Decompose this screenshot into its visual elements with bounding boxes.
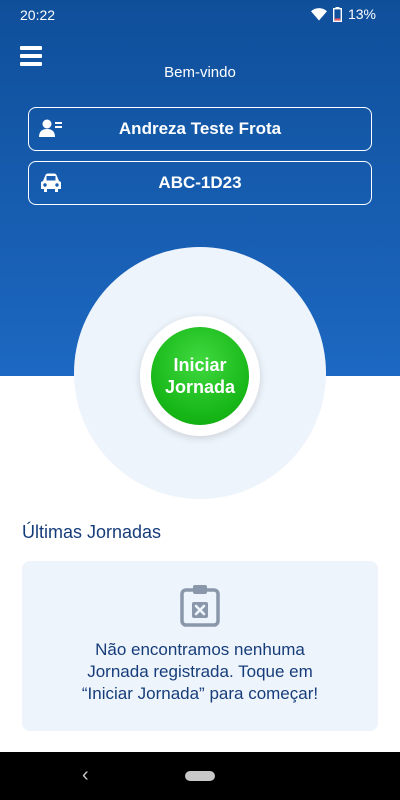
- vehicle-plate: ABC-1D23: [158, 173, 242, 192]
- vehicle-card[interactable]: ABC-1D23: [28, 161, 372, 205]
- empty-state-line2: Jornada registrada. Toque em: [87, 662, 313, 681]
- start-journey-label-line2: Jornada: [164, 377, 236, 397]
- empty-state-line3: “Iniciar Jornada” para começar!: [81, 684, 319, 703]
- start-journey-label-line1: Iniciar: [173, 355, 227, 375]
- car-front-icon: [41, 173, 61, 192]
- driver-card[interactable]: Andreza Teste Frota: [28, 107, 372, 151]
- welcome-text: Bem-vindo: [164, 64, 236, 81]
- hamburger-menu-icon[interactable]: [20, 46, 44, 66]
- clipboard-x-icon: [180, 585, 220, 627]
- system-navigation-bar: ‹: [0, 752, 400, 800]
- status-time: 20:22: [20, 7, 56, 23]
- home-pill-icon[interactable]: [185, 771, 215, 781]
- wifi-icon: [310, 7, 327, 20]
- start-journey-button[interactable]: Iniciar Jornada: [151, 327, 249, 425]
- driver-id-icon: [39, 119, 62, 137]
- battery-percentage: 13%: [347, 6, 376, 22]
- empty-state-message: Não encontramos nenhuma Jornada registra…: [22, 639, 378, 705]
- recent-journeys-title: Últimas Jornadas: [22, 522, 162, 542]
- empty-state-line1: Não encontramos nenhuma: [95, 640, 305, 659]
- status-icons: 13%: [310, 6, 376, 22]
- driver-name: Andreza Teste Frota: [118, 119, 282, 138]
- status-bar: 20:22 13%: [0, 0, 400, 30]
- empty-state-card: Não encontramos nenhuma Jornada registra…: [22, 561, 378, 731]
- battery-icon: [332, 6, 342, 22]
- back-chevron-icon[interactable]: ‹: [82, 764, 89, 787]
